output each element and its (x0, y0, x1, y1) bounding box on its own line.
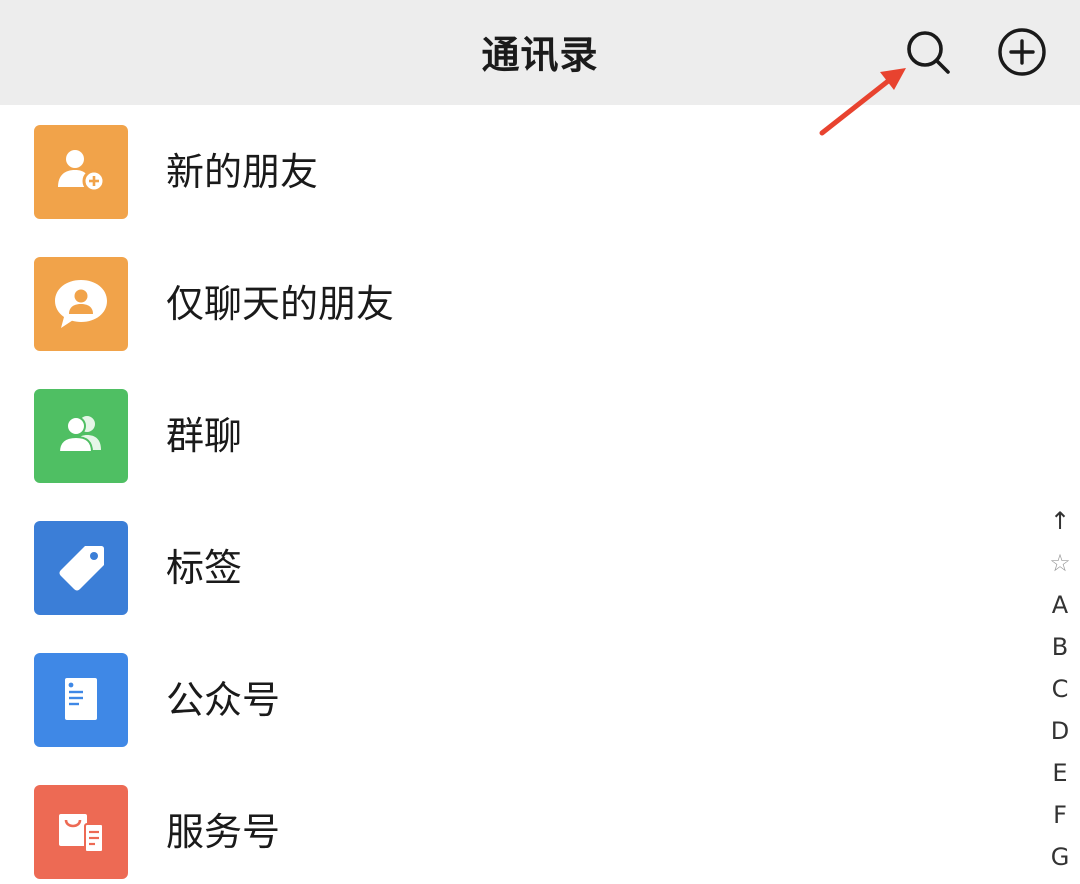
list-item-chat-only-friends[interactable]: 仅聊天的朋友 (0, 237, 1020, 369)
index-letter-g[interactable]: G (1040, 836, 1080, 878)
list-item-official-accounts[interactable]: 公众号 (0, 633, 1020, 765)
group-chat-icon (34, 389, 128, 483)
list-item-label: 公众号 (166, 678, 281, 722)
index-letter-e[interactable]: E (1040, 752, 1080, 794)
top-bar: 通讯录 (0, 0, 1080, 105)
list-item-group-chats[interactable]: 群聊 (0, 369, 1020, 501)
plus-circle-icon (998, 28, 1046, 76)
list-item-label: 标签 (166, 546, 243, 590)
index-up-arrow[interactable]: ↑ (1040, 500, 1080, 542)
service-account-icon (34, 785, 128, 879)
index-star[interactable]: ☆ (1040, 542, 1080, 584)
index-letter-c[interactable]: C (1040, 668, 1080, 710)
index-letter-d[interactable]: D (1040, 710, 1080, 752)
official-account-icon (34, 653, 128, 747)
add-friend-icon (34, 125, 128, 219)
index-letter-b[interactable]: B (1040, 626, 1080, 668)
tag-icon (34, 521, 128, 615)
contacts-screen: 通讯录 新的朋友 仅聊天的朋友 群聊 标签 公众号 服务号 ↑ ☆ A B C … (0, 0, 1080, 884)
list-item-label: 服务号 (166, 810, 281, 854)
contacts-menu-list: 新的朋友 仅聊天的朋友 群聊 标签 公众号 服务号 (0, 105, 1020, 884)
alphabet-index-bar[interactable]: ↑ ☆ A B C D E F G (1040, 500, 1080, 878)
list-item-new-friends[interactable]: 新的朋友 (0, 105, 1020, 237)
search-icon (907, 31, 950, 74)
chat-only-friend-icon (34, 257, 128, 351)
list-item-label: 新的朋友 (166, 150, 319, 194)
add-button[interactable] (996, 26, 1048, 78)
list-item-label: 仅聊天的朋友 (166, 282, 395, 326)
list-item-tags[interactable]: 标签 (0, 501, 1020, 633)
index-letter-a[interactable]: A (1040, 584, 1080, 626)
list-item-service-accounts[interactable]: 服务号 (0, 765, 1020, 884)
index-letter-f[interactable]: F (1040, 794, 1080, 836)
search-button[interactable] (902, 26, 954, 78)
list-item-label: 群聊 (166, 414, 243, 458)
